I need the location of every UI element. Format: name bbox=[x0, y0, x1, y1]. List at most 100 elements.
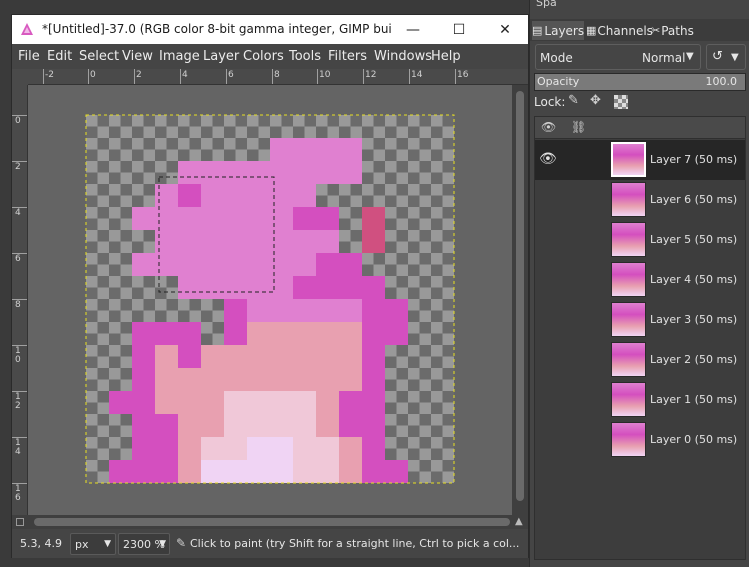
art-pixel bbox=[201, 391, 224, 414]
art-pixel bbox=[362, 460, 385, 483]
navigate-icon[interactable]: ▲ bbox=[515, 516, 523, 527]
transparency-checker bbox=[212, 138, 224, 150]
art-pixel bbox=[385, 299, 408, 322]
mode-select[interactable]: Mode Normal ▼ bbox=[535, 44, 701, 70]
visibility-toggle[interactable] bbox=[539, 428, 557, 450]
layer-row[interactable]: Layer 2 (50 ms) bbox=[535, 340, 745, 380]
transparency-checker bbox=[120, 253, 132, 265]
art-pixel bbox=[385, 322, 408, 345]
layer-row[interactable]: Layer 3 (50 ms) bbox=[535, 300, 745, 340]
visibility-toggle[interactable] bbox=[539, 308, 557, 330]
visibility-toggle[interactable] bbox=[539, 188, 557, 210]
visibility-toggle[interactable] bbox=[539, 388, 557, 410]
layer-row[interactable]: Layer 0 (50 ms) bbox=[535, 420, 745, 460]
eye-icon[interactable]: 👁 bbox=[539, 151, 557, 167]
art-pixel bbox=[201, 253, 224, 276]
menu-filters[interactable]: Filters bbox=[328, 49, 367, 64]
layer-name[interactable]: Layer 5 (50 ms) bbox=[650, 233, 737, 246]
layer-row[interactable]: Layer 6 (50 ms) bbox=[535, 180, 745, 220]
horizontal-scroll-thumb[interactable] bbox=[34, 518, 510, 526]
transparency-checker bbox=[224, 138, 236, 150]
transparency-checker bbox=[396, 391, 408, 403]
layer-name[interactable]: Layer 6 (50 ms) bbox=[650, 193, 737, 206]
layer-thumbnail[interactable] bbox=[611, 422, 646, 457]
menu-colors[interactable]: Colors bbox=[243, 49, 284, 64]
art-pixel bbox=[247, 184, 270, 207]
menu-layer[interactable]: Layer bbox=[203, 49, 239, 64]
layer-thumbnail[interactable] bbox=[611, 342, 646, 377]
transparency-checker bbox=[86, 138, 98, 150]
visibility-toggle[interactable] bbox=[539, 228, 557, 250]
lock-pixels-icon[interactable]: ✎ bbox=[568, 93, 579, 108]
horizontal-scrollbar[interactable]: ▲ bbox=[12, 515, 528, 529]
close-button[interactable]: ✕ bbox=[482, 15, 528, 44]
layer-row[interactable]: Layer 1 (50 ms) bbox=[535, 380, 745, 420]
horizontal-ruler[interactable]: -2 0 2 4 6 8 10 12 14 16 bbox=[28, 69, 528, 85]
transparency-checker bbox=[247, 126, 259, 138]
art-pixel bbox=[224, 184, 247, 207]
layer-thumbnail[interactable] bbox=[611, 222, 646, 257]
ruler-tick bbox=[226, 69, 227, 84]
transparency-checker bbox=[419, 138, 431, 150]
art-pixel bbox=[293, 253, 316, 276]
transparency-checker bbox=[178, 149, 190, 161]
layer-row[interactable]: 👁 Layer 7 (50 ms) bbox=[535, 140, 745, 180]
transparency-checker bbox=[120, 414, 132, 426]
transparency-checker bbox=[431, 218, 443, 230]
quick-mask-toggle[interactable] bbox=[16, 518, 24, 526]
transparency-checker bbox=[132, 115, 144, 127]
transparency-checker bbox=[86, 184, 98, 196]
layer-thumbnail[interactable] bbox=[611, 182, 646, 217]
layer-name[interactable]: Layer 1 (50 ms) bbox=[650, 393, 737, 406]
menu-edit[interactable]: Edit bbox=[47, 49, 72, 64]
lock-position-icon[interactable]: ✥ bbox=[590, 93, 601, 108]
opacity-slider[interactable]: Opacity 100.0 bbox=[534, 73, 746, 91]
minimize-button[interactable]: — bbox=[390, 15, 436, 44]
tab-layers[interactable]: ▤ Layers bbox=[532, 21, 584, 40]
menu-help[interactable]: Help bbox=[431, 49, 461, 64]
transparency-checker bbox=[408, 207, 420, 219]
transparency-checker bbox=[442, 126, 454, 138]
transparency-checker bbox=[97, 184, 109, 196]
art-pixel bbox=[132, 253, 155, 276]
layer-thumbnail[interactable] bbox=[611, 382, 646, 417]
layer-name[interactable]: Layer 3 (50 ms) bbox=[650, 313, 737, 326]
layer-thumbnail[interactable] bbox=[611, 302, 646, 337]
zoom-select[interactable]: 2300 % ▼ bbox=[118, 533, 170, 555]
menu-select[interactable]: Select bbox=[79, 49, 119, 64]
link-column-chain-icon[interactable]: ⛓ bbox=[571, 120, 586, 134]
transparency-checker bbox=[419, 126, 431, 138]
pixel-art-image[interactable] bbox=[28, 85, 512, 515]
visibility-toggle[interactable] bbox=[539, 348, 557, 370]
layer-name[interactable]: Layer 7 (50 ms) bbox=[650, 153, 737, 166]
art-pixel bbox=[293, 345, 316, 368]
tab-paths[interactable]: ✂ Paths bbox=[651, 21, 703, 40]
vertical-scrollbar[interactable] bbox=[512, 85, 528, 515]
layer-row[interactable]: Layer 4 (50 ms) bbox=[535, 260, 745, 300]
menu-file[interactable]: File bbox=[18, 49, 40, 64]
layer-thumbnail[interactable] bbox=[611, 262, 646, 297]
tab-channels[interactable]: ▦ Channels bbox=[586, 21, 653, 40]
menu-view[interactable]: View bbox=[122, 49, 153, 64]
transparency-checker bbox=[235, 138, 247, 150]
layer-name[interactable]: Layer 0 (50 ms) bbox=[650, 433, 737, 446]
vertical-ruler[interactable]: 0 2 4 6 8 1 0 1 2 1 4 1 6 bbox=[12, 85, 28, 515]
visibility-column-eye-icon[interactable]: 👁 bbox=[541, 120, 556, 134]
composite-mode-select[interactable]: ↺ ▼ bbox=[706, 44, 746, 70]
menu-image[interactable]: Image bbox=[159, 49, 200, 64]
layer-name[interactable]: Layer 2 (50 ms) bbox=[650, 353, 737, 366]
layer-thumbnail[interactable] bbox=[611, 142, 646, 177]
layer-row[interactable]: Layer 5 (50 ms) bbox=[535, 220, 745, 260]
maximize-button[interactable]: ☐ bbox=[436, 15, 482, 44]
unit-select[interactable]: px ▼ bbox=[70, 533, 116, 555]
visibility-toggle[interactable] bbox=[539, 268, 557, 290]
art-pixel bbox=[362, 414, 385, 437]
vertical-scroll-thumb[interactable] bbox=[516, 91, 524, 501]
menu-windows[interactable]: Windows bbox=[374, 49, 432, 64]
menu-tools[interactable]: Tools bbox=[289, 49, 321, 64]
layer-name[interactable]: Layer 4 (50 ms) bbox=[650, 273, 737, 286]
canvas-area[interactable] bbox=[28, 85, 512, 515]
transparency-checker bbox=[396, 241, 408, 253]
transparency-checker bbox=[178, 310, 190, 322]
lock-alpha-icon[interactable] bbox=[614, 95, 628, 109]
